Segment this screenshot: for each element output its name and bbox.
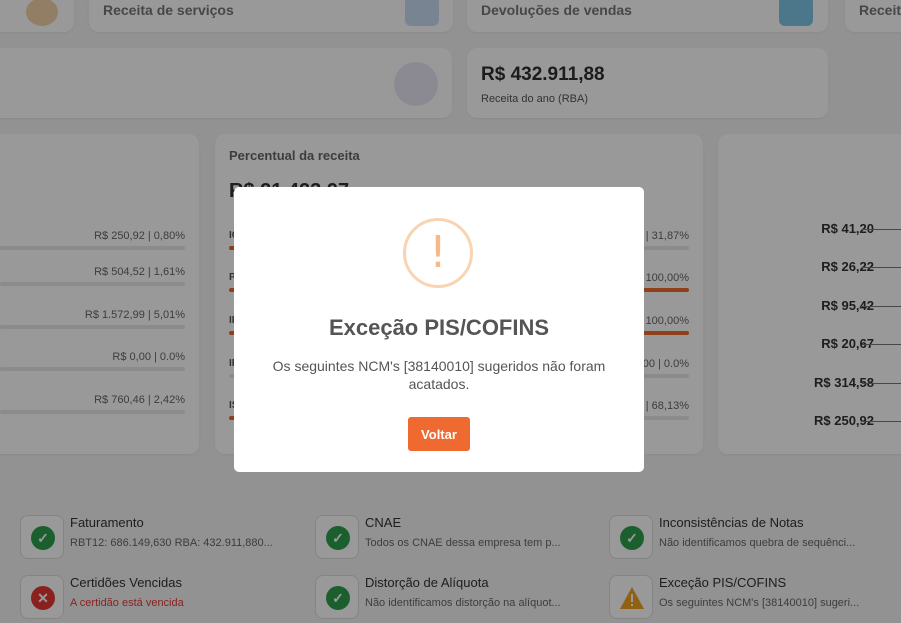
modal-title: Exceção PIS/COFINS [328,315,550,340]
voltar-button[interactable]: Voltar [408,417,470,451]
modal-message: Os seguintes NCM's [38140010] sugeridos … [272,358,606,392]
exclamation-icon: ! [403,218,473,288]
alert-modal: ! Exceção PIS/COFINS Os seguintes NCM's … [234,187,644,472]
